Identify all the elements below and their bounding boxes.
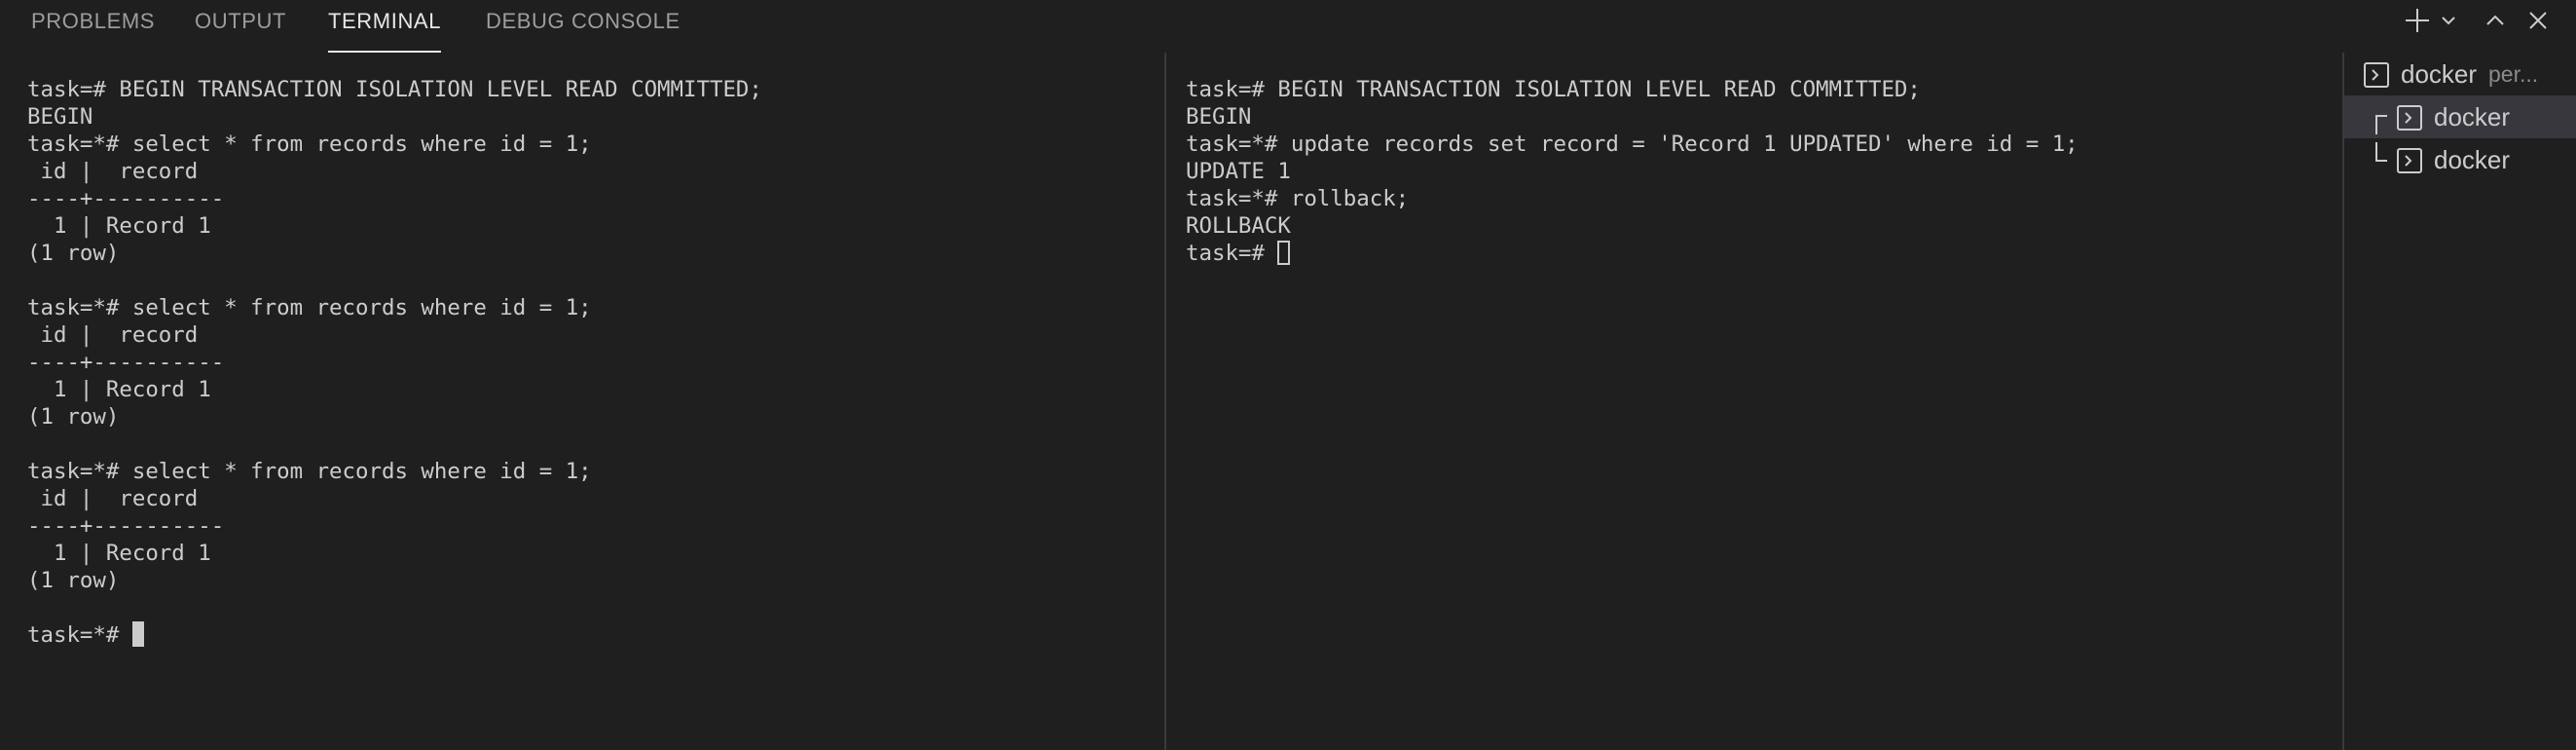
close-icon[interactable] xyxy=(2523,6,2553,35)
terminal-line: 1 | Record 1 xyxy=(27,541,211,566)
tab-problems[interactable]: PROBLEMS xyxy=(31,0,155,53)
terminal-line: ROLLBACK xyxy=(1186,213,1291,239)
terminal-line: BEGIN xyxy=(27,104,93,130)
terminal-line: 1 | Record 1 xyxy=(27,377,211,402)
chevron-down-icon[interactable] xyxy=(2438,6,2459,35)
terminal-line: task=*# select * from records where id =… xyxy=(27,459,592,484)
terminal-line: id | record xyxy=(27,486,199,511)
terminal-line: task=*# select * from records where id =… xyxy=(27,295,592,320)
terminal-line: task=*# select * from records where id =… xyxy=(27,131,592,157)
terminal-line: (1 row) xyxy=(27,404,120,430)
tree-connector xyxy=(2375,115,2387,134)
terminal-prompt-line: task=*# xyxy=(27,621,144,649)
terminal-line: ----+---------- xyxy=(27,513,225,539)
terminal-line: ----+---------- xyxy=(27,350,225,375)
terminal-line: UPDATE 1 xyxy=(1186,159,1291,184)
terminal-item-label: docker xyxy=(2434,102,2511,131)
terminal-pane-right[interactable]: task=# BEGIN TRANSACTION ISOLATION LEVEL… xyxy=(1165,53,2342,750)
tree-connector xyxy=(2375,142,2387,162)
terminal-group-label: docker xyxy=(2401,59,2478,89)
terminal-group-docker[interactable]: docker per... xyxy=(2344,53,2576,95)
terminal-icon xyxy=(2397,148,2422,173)
terminal-tabs-list: docker per... docker docker xyxy=(2344,53,2576,750)
terminal-line: (1 row) xyxy=(27,241,120,266)
tab-output[interactable]: OUTPUT xyxy=(195,0,286,53)
terminal-line: (1 row) xyxy=(27,568,120,593)
terminal-line: task=# BEGIN TRANSACTION ISOLATION LEVEL… xyxy=(1186,77,1921,102)
terminal-line: ----+---------- xyxy=(27,186,225,211)
terminal-item-label: docker xyxy=(2434,145,2511,174)
terminal-pane-left[interactable]: task=# BEGIN TRANSACTION ISOLATION LEVEL… xyxy=(0,53,1164,750)
tab-debug-console[interactable]: DEBUG CONSOLE xyxy=(486,0,681,53)
terminal-item-docker-2[interactable]: docker xyxy=(2344,138,2576,181)
terminal-line: BEGIN xyxy=(1186,104,1252,130)
panel-tab-bar: PROBLEMS OUTPUT TERMINAL DEBUG CONSOLE xyxy=(0,0,2576,53)
terminal-icon xyxy=(2397,105,2422,131)
terminal-cursor xyxy=(131,621,144,647)
terminal-line: task=*# rollback; xyxy=(1186,186,1410,211)
terminal-item-docker-1[interactable]: docker xyxy=(2344,95,2576,138)
terminal-prompt-line: task=# xyxy=(1186,240,1291,267)
chevron-up-icon[interactable] xyxy=(2481,6,2510,35)
terminal-prompt: task=# xyxy=(1186,241,1278,266)
terminal-line: id | record xyxy=(27,322,199,348)
terminal-icon xyxy=(2364,62,2389,88)
tab-terminal[interactable]: TERMINAL xyxy=(328,0,442,53)
terminal-line: task=*# update records set record = 'Rec… xyxy=(1186,131,2079,157)
terminal-group-sublabel: per... xyxy=(2488,61,2539,87)
terminal-line: 1 | Record 1 xyxy=(27,213,211,239)
terminal-cursor xyxy=(1277,241,1291,265)
terminal-prompt: task=*# xyxy=(27,622,132,648)
terminal-line: task=# BEGIN TRANSACTION ISOLATION LEVEL… xyxy=(27,77,762,102)
plus-icon[interactable] xyxy=(2403,6,2432,35)
terminal-line: id | record xyxy=(27,159,199,184)
